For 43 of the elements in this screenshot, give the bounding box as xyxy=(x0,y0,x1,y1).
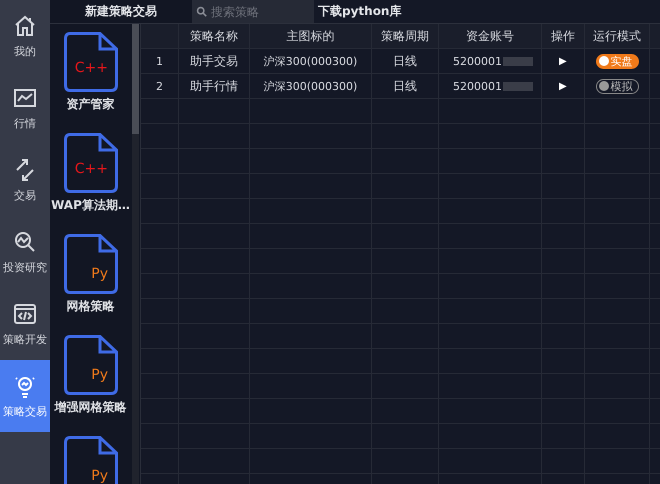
language-label: C++ xyxy=(74,60,108,76)
row-number: 2 xyxy=(156,80,163,92)
row-number: 1 xyxy=(156,54,163,68)
nav-item[interactable]: 我的 xyxy=(0,0,50,72)
column-header: 主图标的 xyxy=(286,28,334,44)
scrollbar[interactable] xyxy=(132,24,139,484)
code-window-icon xyxy=(13,302,37,326)
table-cell: 助手交易 xyxy=(190,52,238,70)
redaction-block xyxy=(503,56,533,66)
column-header: 资金账号 xyxy=(466,28,514,44)
table-cell: 5200001 xyxy=(453,80,502,92)
strategy-name[interactable]: 资产管家 xyxy=(66,96,114,113)
nav-item[interactable]: 策略开发 xyxy=(0,288,50,360)
nav-item[interactable]: 行情 xyxy=(0,72,50,144)
magnifier-chart-icon xyxy=(13,230,37,254)
table-cell: 沪深300(000300) xyxy=(264,78,358,94)
nav-item[interactable]: 投资研究 xyxy=(0,216,50,288)
language-label: Py xyxy=(90,468,108,484)
download-link[interactable]: 下载python库 xyxy=(314,3,402,20)
nav-item[interactable]: 策略交易 xyxy=(0,360,50,432)
table-cell: 5200001 xyxy=(453,54,502,68)
run-button[interactable]: ▶ xyxy=(559,80,567,92)
scrollbar-thumb[interactable] xyxy=(132,24,139,134)
table-cell: 助手行情 xyxy=(190,78,238,94)
mode-toggle[interactable]: 模拟 xyxy=(596,78,638,94)
table-cell: 沪深300(000300) xyxy=(264,54,358,68)
run-button[interactable]: ▶ xyxy=(559,55,567,67)
nav-item[interactable]: 交易 xyxy=(0,144,50,216)
column-header: 策略周期 xyxy=(381,28,429,44)
language-label: C++ xyxy=(74,161,108,177)
home-icon xyxy=(13,14,37,38)
column-header: 运行模式 xyxy=(593,28,641,44)
table-cell: 日线 xyxy=(393,78,417,94)
table-cell: 日线 xyxy=(393,52,417,70)
strategy-name[interactable]: 增强网格策略 xyxy=(54,399,126,416)
redaction-block xyxy=(503,82,533,90)
language-label: Py xyxy=(90,266,108,282)
search-field[interactable]: 搜索策略 xyxy=(192,0,314,23)
strategy-name[interactable]: 网格策略 xyxy=(66,298,114,315)
language-label: Py xyxy=(90,367,108,383)
strategy-name[interactable]: WAP算法期… xyxy=(51,197,130,214)
column-header: 策略名称 xyxy=(190,28,238,44)
column-header: 操作 xyxy=(551,28,575,44)
